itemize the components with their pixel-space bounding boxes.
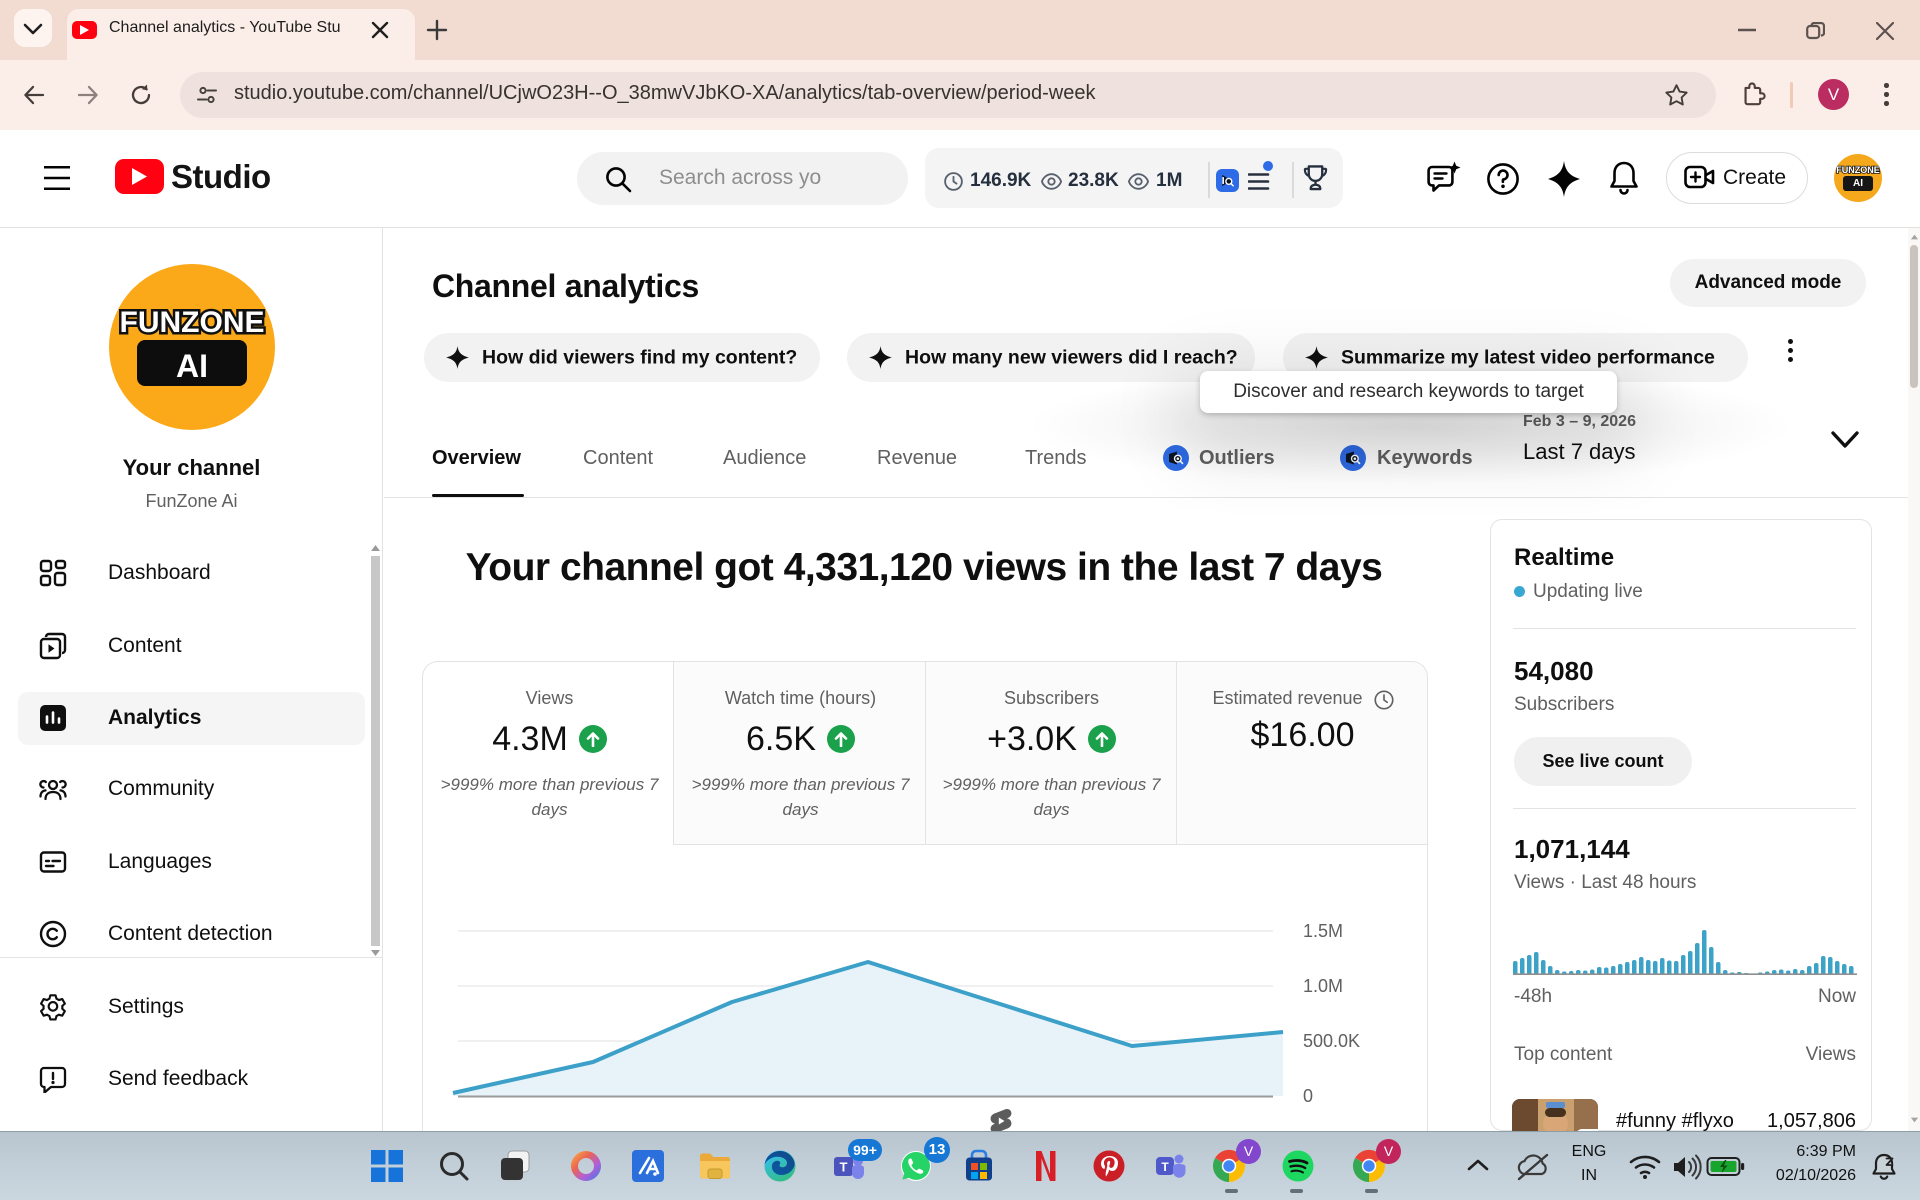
svg-text:T: T (1161, 1160, 1169, 1174)
svg-text:T: T (840, 1160, 848, 1175)
